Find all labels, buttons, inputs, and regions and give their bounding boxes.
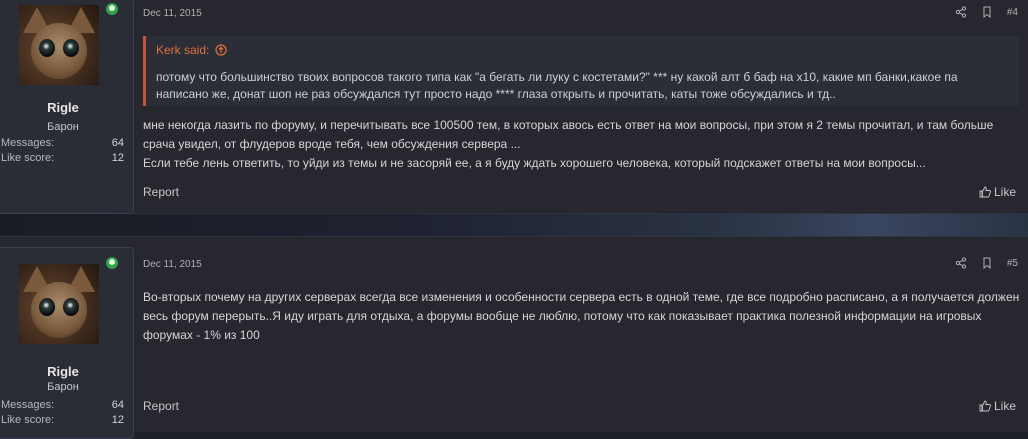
bookmark-icon[interactable]	[981, 6, 993, 18]
post-divider	[0, 214, 1028, 236]
messages-stat: Messages: 64	[1, 137, 124, 149]
report-link[interactable]: Report	[143, 185, 179, 199]
post-date[interactable]: Dec 11, 2015	[143, 8, 202, 19]
like-score-label: Like score:	[1, 414, 55, 426]
like-score-stat: Like score: 12	[1, 414, 124, 426]
like-score-count: 12	[111, 414, 124, 426]
like-label: Like	[993, 399, 1016, 413]
post-date[interactable]: Dec 11, 2015	[143, 259, 202, 270]
share-icon[interactable]	[955, 257, 967, 269]
share-icon[interactable]	[955, 6, 967, 18]
post-number[interactable]: #5	[1007, 258, 1018, 269]
quote-author[interactable]: Kerk said:	[156, 43, 209, 57]
avatar[interactable]	[19, 264, 99, 344]
arrow-up-circle-icon[interactable]	[215, 44, 227, 56]
username[interactable]: Rigle	[0, 364, 133, 379]
post-5: Rigle Барон Messages: 64 Like score: 12 …	[0, 236, 1028, 439]
post-4: Rigle Барон Messages: 64 Like score: 12 …	[0, 0, 1028, 214]
messages-count: 64	[111, 399, 124, 411]
post-actions: #4	[955, 6, 1018, 18]
like-button[interactable]: Like	[979, 185, 1016, 199]
quote-text: потому что большинство твоих вопросов та…	[156, 70, 958, 101]
messages-count: 64	[111, 137, 124, 149]
quote-header[interactable]: Kerk said:	[156, 43, 227, 57]
user-title: Барон	[47, 381, 79, 393]
report-link[interactable]: Report	[143, 399, 179, 413]
like-label: Like	[993, 185, 1016, 199]
like-score-stat: Like score: 12	[1, 152, 124, 164]
bookmark-icon[interactable]	[981, 257, 993, 269]
user-title: Барон	[47, 121, 79, 133]
messages-label: Messages:	[1, 399, 55, 411]
online-status-icon	[104, 1, 120, 17]
messages-stat: Messages: 64	[1, 399, 124, 411]
post-message: Во-вторых почему на других серверах всег…	[143, 290, 1020, 342]
avatar[interactable]	[19, 5, 99, 85]
message-paragraph: Если тебе лень ответить, то уйди из темы…	[143, 156, 926, 170]
user-card: Rigle Барон Messages: 64 Like score: 12	[0, 0, 134, 214]
like-button[interactable]: Like	[979, 399, 1016, 413]
post-number[interactable]: #4	[1007, 7, 1018, 18]
username[interactable]: Rigle	[0, 100, 133, 115]
online-status-icon	[104, 255, 120, 271]
like-score-label: Like score:	[1, 152, 55, 164]
user-card: Rigle Барон Messages: 64 Like score: 12	[0, 247, 134, 439]
thumbs-up-icon	[979, 400, 991, 412]
messages-label: Messages:	[1, 137, 55, 149]
post-actions: #5	[955, 257, 1018, 269]
like-score-count: 12	[111, 152, 124, 164]
message-paragraph: мне некогда лазить по форуму, и перечиты…	[143, 118, 994, 151]
thumbs-up-icon	[979, 186, 991, 198]
quote-block: Kerk said: потому что большинство твоих …	[143, 36, 1019, 106]
post-message: мне некогда лазить по форуму, и перечиты…	[143, 116, 1023, 173]
